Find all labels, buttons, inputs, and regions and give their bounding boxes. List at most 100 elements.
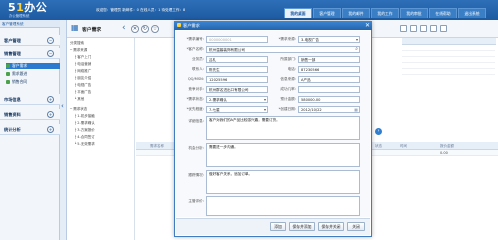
date-field[interactable]: 2012/10/22 — [298, 106, 360, 113]
tree-item[interactable]: ─ 需求状态 — [70, 107, 87, 112]
rival-label: 竞争对手: — [188, 87, 204, 91]
salesman-field[interactable]: 吕礼 — [206, 56, 268, 63]
nav-tab-customer[interactable]: 客户管理 — [313, 8, 341, 18]
export-icon[interactable] — [430, 25, 437, 32]
delete-icon[interactable] — [420, 25, 427, 32]
opportunity-textarea[interactable]: 需要进一步沟通。 — [206, 143, 360, 167]
opportunity-label: 机会分析: — [188, 146, 204, 150]
source-label: *需求来源: — [278, 37, 296, 41]
close-icon[interactable]: ✕ — [131, 25, 139, 33]
tree-item[interactable]: ├ 网络推广 — [74, 69, 91, 74]
nav-tab-desktop[interactable]: 我的桌面 — [284, 8, 312, 18]
tree-item[interactable]: ├ 2-需求确认 — [74, 121, 95, 126]
dept-label: 所属部门: — [280, 57, 296, 61]
nav-tab-approval[interactable]: 我的审批 — [400, 8, 428, 18]
add-icon[interactable] — [400, 25, 407, 32]
collapse-icon[interactable]: − — [47, 50, 54, 57]
sidebar-collapse-bar[interactable]: ‹ — [60, 20, 67, 240]
sidebar-item-customer-demand[interactable]: 客户需求 — [6, 63, 60, 69]
tree-item[interactable]: ─ 需求来源 — [70, 48, 87, 53]
close-icon[interactable]: ✕ — [364, 22, 371, 29]
tree-item[interactable]: └ 其他 — [74, 97, 84, 102]
table-row[interactable] — [402, 70, 495, 75]
dept-field[interactable]: 销售一部 — [298, 56, 360, 63]
desc-textarea[interactable]: 客户对我们的A产品比较感兴趣，需要订货。 — [206, 116, 360, 140]
remark-textarea[interactable] — [206, 196, 360, 216]
close-button[interactable]: 关闭 — [347, 222, 365, 231]
sidebar-group-sales-data[interactable]: 销售资料 + — [0, 109, 60, 120]
phone-field[interactable]: 87230566 — [298, 66, 360, 73]
rival-field[interactable]: 杭州群名进出口有限公司 — [206, 86, 268, 93]
tracking-label: 跟踪情况: — [188, 173, 204, 177]
nav-tab-mail[interactable]: 我的邮件 — [342, 8, 370, 18]
collapse-icon[interactable]: − — [47, 37, 54, 44]
column-header[interactable]: 报价金额 — [440, 144, 454, 149]
page-title: 客户需求 — [82, 28, 102, 33]
next-arrow-icon[interactable]: › — [375, 128, 382, 135]
dialog-title: 客户需求 — [183, 23, 200, 28]
sidebar-group-statistics[interactable]: 统计分析 + — [0, 124, 60, 135]
column-header[interactable]: 时间 — [400, 144, 407, 149]
tree-item[interactable]: └ 5-无效需求 — [74, 142, 95, 147]
customer-field[interactable]: 杭州温馨装饰有限公司 — [206, 46, 360, 53]
back-chevron-icon[interactable]: ‹ — [122, 24, 126, 33]
desc-label: 详细信息: — [188, 119, 204, 123]
priority-select[interactable]: 7-七星 — [206, 106, 268, 113]
nav-tab-work[interactable]: 我的工作 — [371, 8, 399, 18]
tree-item[interactable]: ├ 4-合同签订 — [74, 135, 95, 140]
status-select[interactable]: 2-需求确认 — [206, 96, 268, 103]
table-cell: 0.00 — [440, 151, 448, 155]
table-row[interactable] — [402, 58, 495, 63]
phone-label: 电话: — [287, 67, 296, 71]
sidebar-group-customer[interactable]: 客户管理 − — [0, 35, 60, 46]
column-header[interactable]: 需求名称 — [150, 144, 164, 149]
expand-icon[interactable]: + — [47, 96, 54, 103]
sidebar-group-sales[interactable]: 销售管理 − — [0, 48, 60, 59]
amount-label: 预计金额: — [280, 97, 296, 101]
add-button[interactable]: 添加 — [270, 222, 286, 231]
tree-item[interactable]: ├ 3-方案报价 — [74, 128, 95, 133]
tree-item[interactable]: 分类搜索 — [70, 41, 84, 46]
tree-item[interactable]: ├ 客户上门 — [74, 55, 91, 60]
table-row[interactable] — [402, 52, 495, 57]
sidebar-group-market[interactable]: 市场信息 + — [0, 94, 60, 105]
tree-item[interactable]: ├ 朋友介绍 — [74, 76, 91, 81]
qq-field[interactable]: 12025596 — [206, 76, 268, 83]
sidebar-item-demand-followup[interactable]: 需求跟进 — [6, 71, 60, 77]
nav-tab-help[interactable]: 在线帮助 — [429, 8, 457, 18]
tree-item[interactable]: ├ 电话营销 — [74, 62, 91, 67]
success-field[interactable] — [298, 86, 360, 93]
edit-icon[interactable] — [410, 25, 417, 32]
save-and-add-button[interactable]: 保存并添加 — [289, 222, 315, 231]
logo-subtitle: 办公管理系统 — [9, 14, 30, 18]
date-label: *创建日期: — [278, 107, 296, 111]
contact-label: 联系人: — [192, 67, 204, 71]
expand-icon[interactable]: + — [47, 126, 54, 133]
source-select[interactable]: 3-电视广告 — [298, 36, 360, 43]
sidebar-title: 客户管理系统 — [0, 20, 60, 28]
info-source-field[interactable]: A产品 — [298, 76, 360, 83]
priority-label: *优先程度: — [186, 107, 204, 111]
column-header[interactable]: 状态 — [375, 144, 382, 149]
sidebar-item-sales-contract[interactable]: 销售合同 — [6, 79, 60, 85]
tree-item[interactable]: ├ 电视广告 — [74, 83, 91, 88]
dialog-header[interactable] — [174, 21, 372, 30]
nav-tab-logout[interactable]: 退出系统 — [458, 8, 486, 18]
tree-item[interactable]: ├ 1-初步接触 — [74, 114, 95, 119]
save-and-close-button[interactable]: 保存并关闭 — [318, 222, 344, 231]
tree-item[interactable]: ├ 平面广告 — [74, 90, 91, 95]
table-row[interactable] — [402, 64, 495, 69]
demand-no-field[interactable]: 0000000001 — [206, 36, 268, 43]
star-icon[interactable]: ☆ — [151, 25, 159, 33]
amount-field[interactable]: 580000.00 — [298, 96, 360, 103]
contact-field[interactable]: 陈先生 — [206, 66, 268, 73]
tracking-textarea[interactable]: 做好客户关系，追加订单。 — [206, 170, 360, 194]
table-row[interactable] — [402, 46, 495, 51]
info-source-label: 信息来源: — [280, 77, 296, 81]
expand-icon[interactable]: + — [47, 111, 54, 118]
chevron-left-icon[interactable]: ‹ — [61, 102, 64, 110]
success-label: 成功几率: — [280, 87, 296, 91]
refresh-icon[interactable]: ↻ — [141, 25, 149, 33]
status-label: *需求状态: — [186, 97, 204, 101]
print-icon[interactable] — [440, 25, 447, 32]
